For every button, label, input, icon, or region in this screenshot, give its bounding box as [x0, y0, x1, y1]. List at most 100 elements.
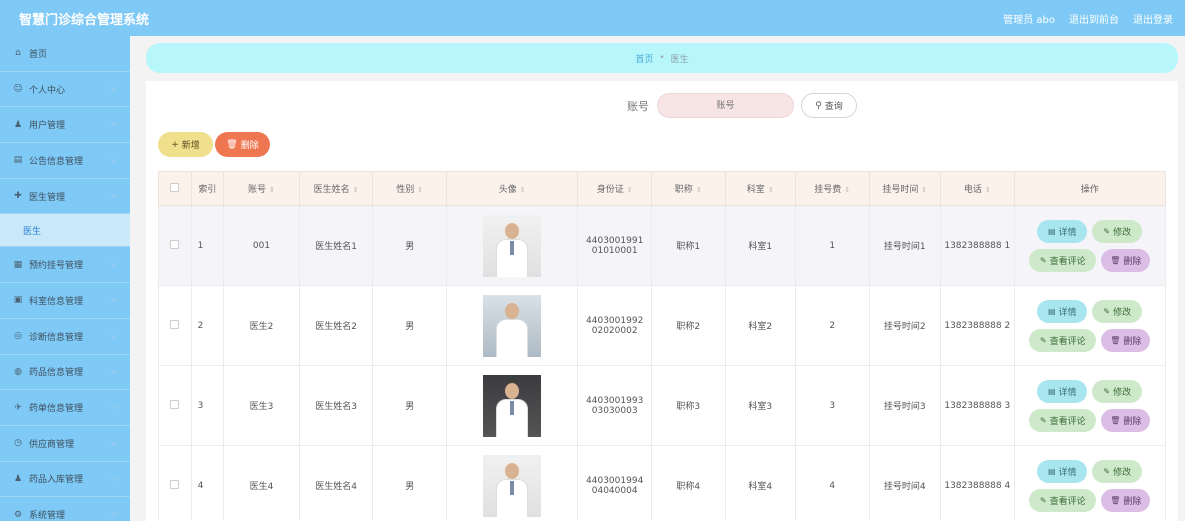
header-gender[interactable]: 性别 ⇕	[372, 171, 447, 206]
sidebar-item-home[interactable]: ⌂ 首页	[0, 36, 130, 72]
search-row: 账号 ⚲ 查询	[146, 93, 1178, 118]
row-checkbox[interactable]	[170, 319, 180, 329]
edit-button[interactable]: ✎ 修改	[1092, 299, 1143, 323]
header-id-card-label: 身份证	[596, 185, 624, 195]
header-time[interactable]: 挂号时间 ⇕	[868, 171, 942, 206]
row-select-cell[interactable]	[158, 205, 192, 286]
review-label: 查看评论	[1049, 416, 1086, 427]
cell-name: 医生姓名2	[298, 285, 374, 366]
row-checkbox[interactable]	[170, 479, 180, 489]
sidebar-item-department-management[interactable]: ▣ 科室信息管理	[0, 283, 130, 319]
chevron-down-icon	[110, 440, 118, 446]
sort-icon[interactable]: ⇕	[627, 186, 633, 194]
detail-label: 详情	[1058, 307, 1077, 318]
cell-title: 职称1	[650, 205, 726, 286]
detail-button[interactable]: ▤ 详情	[1037, 379, 1088, 403]
header-id-card[interactable]: 身份证 ⇕	[577, 171, 652, 206]
chevron-down-icon	[110, 298, 118, 303]
sort-icon[interactable]: ⇕	[353, 186, 359, 194]
row-delete-button[interactable]: 🗑 删除	[1101, 408, 1151, 432]
header-ops: 操作	[1013, 171, 1167, 206]
sidebar-item-medicine-management[interactable]: ◍ 药品信息管理	[0, 355, 130, 391]
search-label: 账号	[627, 99, 649, 113]
sidebar-item-personal-center[interactable]: ☺ 个人中心	[0, 72, 130, 108]
edit-icon: ✎	[1039, 415, 1047, 425]
header-fee[interactable]: 挂号费 ⇕	[794, 171, 870, 206]
row-delete-button[interactable]: 🗑 删除	[1101, 488, 1151, 512]
sort-icon[interactable]: ⇕	[696, 186, 702, 194]
header-index: 索引	[190, 171, 225, 206]
sidebar-item-label: 诊断信息管理	[29, 332, 84, 343]
row-checkbox[interactable]	[170, 399, 180, 409]
table-row: 4 医生4 医生姓名4 男 4403001994 04040004 职称4 科室…	[158, 445, 1167, 521]
detail-button[interactable]: ▤ 详情	[1037, 299, 1088, 323]
sidebar-item-label: 系统管理	[29, 511, 66, 521]
header-title[interactable]: 职称 ⇕	[650, 171, 726, 206]
sidebar-item-notice-management[interactable]: ▤ 公告信息管理	[0, 143, 130, 179]
sort-icon[interactable]: ⇕	[269, 186, 275, 194]
header-account[interactable]: 账号 ⇕	[223, 171, 300, 206]
sort-icon[interactable]: ⇕	[520, 186, 526, 194]
cell-avatar	[445, 365, 579, 446]
edit-button[interactable]: ✎ 修改	[1092, 219, 1143, 243]
delete-label: 删除	[1123, 336, 1142, 347]
logout-link[interactable]: 退出登录	[1133, 11, 1173, 26]
search-button[interactable]: ⚲ 查询	[801, 93, 857, 118]
cell-time: 挂号时间4	[868, 445, 942, 521]
header-department[interactable]: 科室 ⇕	[724, 171, 796, 206]
delete-button[interactable]: 🗑 删除	[215, 132, 270, 157]
header-account-label: 账号	[248, 185, 267, 195]
cell-gender: 男	[372, 285, 447, 366]
select-all-cell[interactable]	[158, 171, 192, 206]
sidebar-item-appointment-management[interactable]: ▦ 预约挂号管理	[0, 247, 130, 284]
sidebar-item-prescription-management[interactable]: ✈ 药单信息管理	[0, 390, 130, 426]
cell-index: 2	[190, 285, 225, 366]
sort-icon[interactable]: ⇕	[985, 186, 991, 194]
sort-icon[interactable]: ⇕	[768, 186, 774, 194]
header-name[interactable]: 医生姓名 ⇕	[298, 171, 374, 206]
edit-icon: ✎	[1039, 495, 1047, 505]
row-select-cell[interactable]	[158, 365, 192, 446]
sidebar-item-diagnosis-management[interactable]: ◎ 诊断信息管理	[0, 319, 130, 355]
sidebar-item-doctor-management[interactable]: ✚ 医生管理	[0, 179, 130, 215]
cell-gender: 男	[372, 205, 447, 286]
row-select-cell[interactable]	[158, 445, 192, 521]
row-delete-button[interactable]: 🗑 删除	[1101, 248, 1151, 272]
trash-icon: 🗑	[1110, 335, 1121, 345]
sort-icon[interactable]: ⇕	[844, 186, 850, 194]
back-to-frontend-link[interactable]: 退出到前台	[1069, 11, 1119, 26]
sidebar-item-user-management[interactable]: ♟ 用户管理	[0, 107, 130, 144]
edit-button[interactable]: ✎ 修改	[1092, 459, 1143, 483]
breadcrumb-separator-icon: •	[659, 53, 665, 63]
sort-icon[interactable]: ⇕	[417, 186, 423, 194]
sidebar-item-stock-in-management[interactable]: ♟ 药品入库管理	[0, 462, 130, 498]
doctor-avatar-image	[483, 214, 542, 277]
row-checkbox[interactable]	[170, 239, 180, 249]
detail-button[interactable]: ▤ 详情	[1037, 459, 1088, 483]
cell-department: 科室4	[724, 445, 796, 521]
view-reviews-button[interactable]: ✎ 查看评论	[1029, 408, 1097, 432]
app-title: 智慧门诊综合管理系统	[19, 12, 150, 28]
edit-button[interactable]: ✎ 修改	[1092, 379, 1143, 403]
breadcrumb-home[interactable]: 首页	[635, 52, 653, 65]
select-all-checkbox[interactable]	[170, 182, 180, 192]
sidebar-item-system-management[interactable]: ⚙ 系统管理	[0, 497, 130, 521]
sidebar-item-supplier-management[interactable]: ◷ 供应商管理	[0, 426, 130, 462]
add-button[interactable]: + 新增	[158, 132, 213, 157]
cell-actions: ▤ 详情 ✎ 修改 ✎ 查看评论 🗑 删除	[1013, 205, 1167, 286]
header-phone[interactable]: 电话 ⇕	[940, 171, 1015, 206]
sidebar-subitem-doctor[interactable]: 医生	[0, 214, 130, 248]
account-search-input[interactable]	[657, 93, 794, 118]
supplier-icon: ◷	[14, 438, 22, 449]
view-reviews-button[interactable]: ✎ 查看评论	[1029, 248, 1097, 272]
row-select-cell[interactable]	[158, 285, 192, 366]
view-reviews-button[interactable]: ✎ 查看评论	[1029, 488, 1097, 512]
header-avatar[interactable]: 头像 ⇕	[445, 171, 579, 206]
view-reviews-button[interactable]: ✎ 查看评论	[1029, 328, 1097, 352]
detail-button[interactable]: ▤ 详情	[1037, 219, 1088, 243]
document-icon: ▤	[1047, 466, 1056, 476]
plus-icon: +	[171, 139, 179, 150]
sidebar-item-label: 医生管理	[29, 192, 66, 203]
row-delete-button[interactable]: 🗑 删除	[1101, 328, 1151, 352]
sort-icon[interactable]: ⇕	[921, 186, 927, 194]
